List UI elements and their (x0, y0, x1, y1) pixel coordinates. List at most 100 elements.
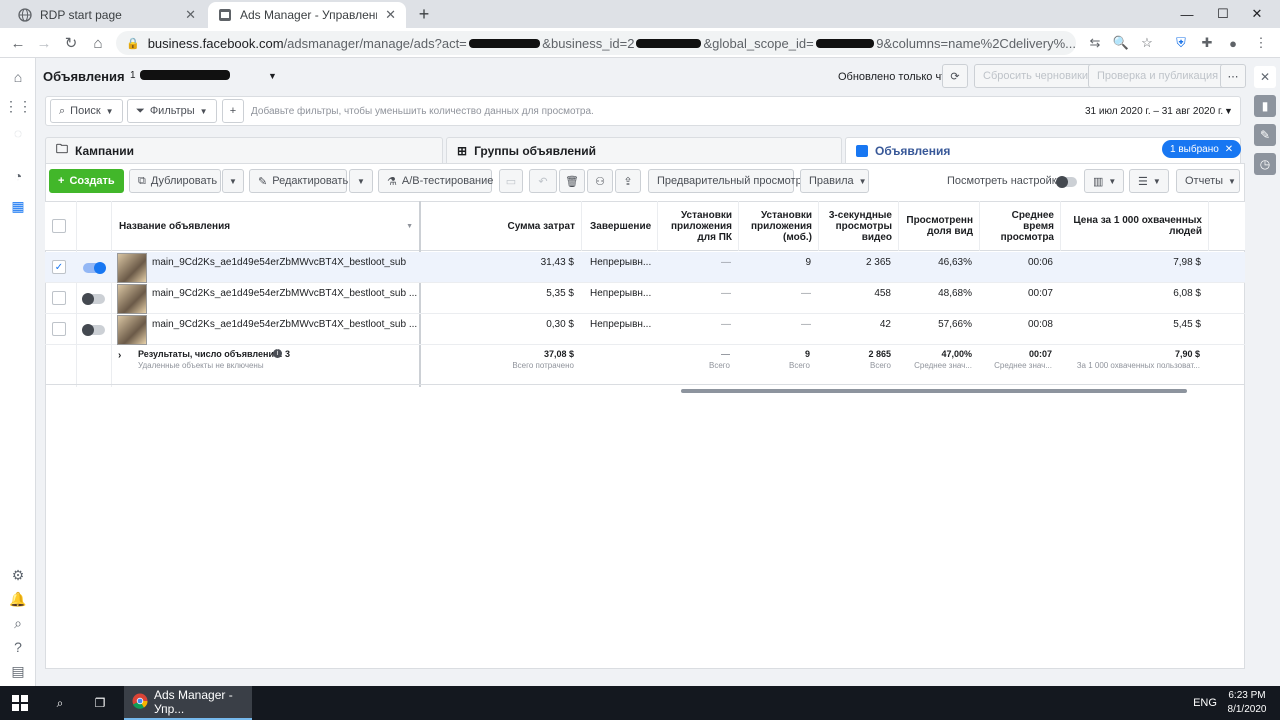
date-range[interactable]: 31 июл 2020 г. – 31 авг 2020 г. (1085, 106, 1223, 117)
new-tab-icon[interactable]: + (414, 4, 434, 25)
edit-panel-icon[interactable]: ✎ (1254, 124, 1276, 146)
ad-name[interactable]: main_9Cd2Ks_ae1d49e54erZbMWvcBT4X_bestlo… (144, 283, 419, 314)
total-avg-time: 00:07 (1028, 349, 1052, 359)
search-nav-icon[interactable]: ⌕ (9, 614, 27, 632)
close-tab-icon[interactable]: ✕ (385, 7, 396, 23)
ad-thumbnail[interactable] (117, 253, 147, 283)
horizontal-scrollbar[interactable] (681, 389, 1187, 393)
info-icon[interactable]: i (273, 349, 282, 358)
tab-adsets[interactable]: ⊞ Группы объявлений (446, 137, 842, 163)
ad-name[interactable]: main_9Cd2Ks_ae1d49e54erZbMWvcBT4X_bestlo… (144, 314, 419, 345)
total-installs-mobile-sub: Всего (789, 361, 810, 370)
dashboard-gauge-icon[interactable]: ◔ (9, 167, 27, 185)
rules-button[interactable]: Правила ▼ (800, 169, 869, 193)
chart-panel-icon[interactable]: ▮ (1254, 95, 1276, 117)
chrome-icon (132, 693, 148, 712)
column-header-end[interactable]: Завершение (582, 201, 658, 251)
taskbar-search-icon[interactable]: ⌕ (42, 686, 78, 720)
undo-button[interactable]: ↶ (529, 169, 557, 193)
address-bar[interactable]: 🔒 business.facebook.com /adsmanager/mana… (116, 31, 1076, 55)
export-button[interactable]: ⇪ (615, 169, 641, 193)
home-icon[interactable]: ⌂ (88, 33, 108, 53)
column-header-installs-pc[interactable]: Установки приложения для ПК (658, 201, 739, 251)
ad-thumbnail[interactable] (117, 284, 147, 314)
preview-button[interactable]: Предварительный просмотр (648, 169, 802, 193)
filters-button[interactable]: ⏷ Фильтры ▼ (127, 99, 217, 123)
notifications-bell-icon[interactable]: 🔔 (9, 590, 27, 608)
edit-dropdown[interactable]: ▼ (349, 169, 373, 193)
discard-drafts-button[interactable]: Сбросить черновики (974, 64, 1098, 88)
column-header-watched[interactable]: Просмотренн доля вид (899, 201, 980, 251)
view-settings-toggle[interactable] (1056, 176, 1077, 188)
ab-test-button[interactable]: ⚗ A/B-тестирование (378, 169, 493, 193)
column-header-cpm-reach[interactable]: Цена за 1 000 охваченных людей (1061, 201, 1209, 251)
grid-icon: ⊞ (457, 143, 468, 158)
row-checkbox[interactable] (52, 322, 66, 336)
ad-status-toggle[interactable] (83, 262, 106, 274)
edit-button[interactable]: ✎ Редактировать (249, 169, 348, 193)
column-header-installs-mobile[interactable]: Установки приложения (моб.) (739, 201, 819, 251)
ad-status-toggle[interactable] (82, 293, 105, 305)
task-view-icon[interactable]: ❐ (82, 686, 118, 720)
browser-tab-ads-manager[interactable]: Ads Manager - Управление рекл ✕ (208, 2, 406, 28)
ad-status-toggle[interactable] (82, 324, 105, 336)
panel-toggle-icon[interactable]: ▤ (9, 662, 27, 680)
total-cpm-reach: 7,90 $ (1174, 349, 1200, 359)
browser-tab-rdp[interactable]: RDP start page ✕ (8, 2, 206, 28)
window-close-icon[interactable]: ✕ (1234, 0, 1280, 28)
column-header-3s-views[interactable]: 3-секундные просмотры видео (819, 201, 899, 251)
translate-icon[interactable]: ⇆ (1086, 34, 1104, 52)
reports-button[interactable]: Отчеты ▼ (1176, 169, 1240, 193)
bookmark-star-icon[interactable]: ☆ (1138, 34, 1156, 52)
history-panel-icon[interactable]: ◷ (1254, 153, 1276, 175)
tab-campaigns[interactable]: 🗀 Кампании (45, 137, 443, 163)
column-header-spend[interactable]: Сумма затрат (421, 201, 582, 251)
chrome-menu-icon[interactable]: ⋮ (1252, 34, 1270, 52)
expand-chevron-icon[interactable]: › (118, 350, 121, 361)
zoom-icon[interactable]: 🔍 (1112, 34, 1130, 52)
reload-icon[interactable]: ↻ (61, 33, 81, 53)
more-options-button[interactable]: ⋯ (1220, 64, 1246, 88)
clear-selection-icon[interactable]: ✕ (1225, 144, 1233, 155)
create-button[interactable]: + Создать (49, 169, 124, 193)
search-button[interactable]: ⌕ Поиск ▼ (50, 99, 123, 123)
extensions-icon[interactable]: ✚ (1198, 34, 1216, 52)
home-nav-icon[interactable]: ⌂ (9, 68, 27, 86)
account-dropdown-caret-icon[interactable]: ▼ (268, 71, 277, 81)
ad-thumbnail[interactable] (117, 315, 147, 345)
back-icon[interactable]: ← (8, 33, 28, 53)
date-chevron-icon[interactable]: ▼ (1224, 106, 1233, 116)
language-indicator[interactable]: ENG (1190, 686, 1220, 720)
selected-badge[interactable]: 1 выбрано ✕ (1162, 140, 1242, 158)
taskbar-chrome-app[interactable]: Ads Manager - Упр... (124, 686, 252, 720)
breakdown-button[interactable]: ☰ ▼ (1129, 169, 1169, 193)
shield-extension-icon[interactable]: ⛨ (1172, 34, 1190, 52)
ad-name[interactable]: main_9Cd2Ks_ae1d49e54erZbMWvcBT4X_bestlo… (144, 252, 419, 283)
system-clock[interactable]: 6:23 PM 8/1/2020 (1222, 689, 1272, 717)
close-panel-icon[interactable]: ✕ (1254, 66, 1276, 88)
help-icon[interactable]: ? (9, 638, 27, 656)
delete-button[interactable]: 🗑 (559, 169, 585, 193)
row-checkbox[interactable]: ✓ (52, 260, 66, 274)
close-tab-icon[interactable]: ✕ (185, 7, 196, 23)
ads-manager-table-icon[interactable]: ▦ (9, 197, 27, 215)
column-header-avg-time[interactable]: Среднее время просмотра (980, 201, 1061, 251)
refresh-button[interactable]: ⟳ (942, 64, 968, 88)
columns-button[interactable]: ▥ ▼ (1084, 169, 1124, 193)
select-all-checkbox[interactable] (52, 219, 66, 233)
archive-button[interactable]: ▭ (499, 169, 523, 193)
column-header-name[interactable]: Название объявления ▼ (111, 201, 420, 251)
review-publish-button[interactable]: Проверка и публикация (1088, 64, 1228, 88)
filter-placeholder[interactable]: Добавьте фильтры, чтобы уменьшить количе… (251, 106, 594, 117)
apps-grid-icon[interactable]: ⋮⋮ (4, 97, 32, 115)
row-checkbox[interactable] (52, 291, 66, 305)
profile-icon[interactable]: ● (1224, 34, 1242, 52)
duplicate-button[interactable]: ⧉ Дублировать (129, 169, 221, 193)
audience-button[interactable]: ⚇ (587, 169, 613, 193)
duplicate-dropdown[interactable]: ▼ (222, 169, 244, 193)
cell-watched: 57,66% (938, 319, 972, 330)
windows-start-icon[interactable] (0, 686, 40, 720)
add-filter-button[interactable]: + (222, 99, 244, 123)
settings-gear-icon[interactable]: ⚙ (9, 566, 27, 584)
forward-icon[interactable]: → (34, 33, 54, 53)
